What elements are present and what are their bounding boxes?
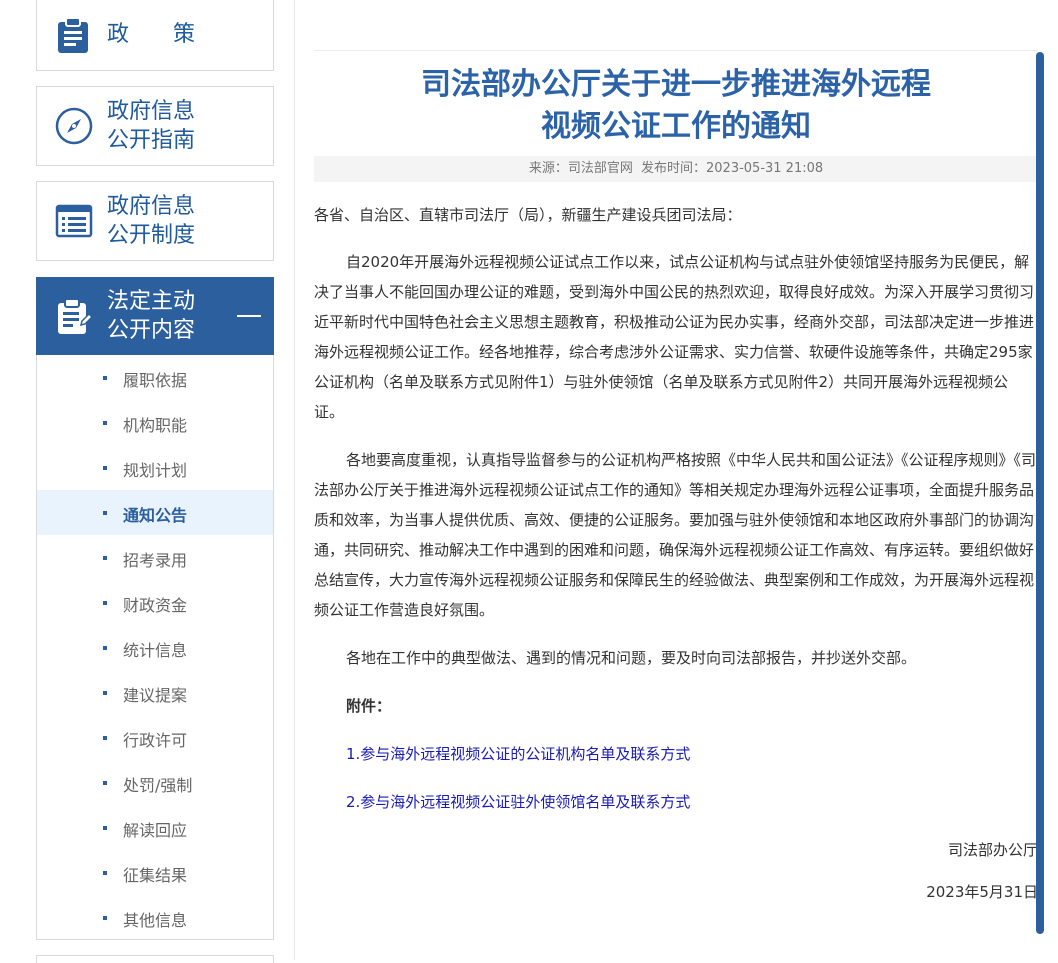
nav-card-statutory-disclosure[interactable]: 法定主动 公开内容	[36, 277, 274, 355]
sidebar: 政 策 政府信息 公开指南 政府信息 公开制度 法定主动 公开内容 履职依据 机…	[0, 0, 296, 963]
nav-card-guide-line2: 公开指南	[107, 128, 196, 153]
nav-card-guide-line1: 政府信息	[107, 99, 196, 124]
submenu-item-label: 通知公告	[123, 506, 188, 525]
article-title-line1: 司法部办公厅关于进一步推进海外远程	[421, 67, 931, 102]
submenu-item-penalties[interactable]: 处罚/强制	[37, 760, 273, 805]
nav-card-active-line1: 法定主动	[107, 289, 196, 314]
submenu-item-performance-basis[interactable]: 履职依据	[37, 355, 273, 400]
article-title-line2: 视频公证工作的通知	[541, 109, 811, 144]
nav-card-disclosure-system-label: 政府信息 公开制度	[107, 192, 195, 250]
submenu-item-label: 征集结果	[123, 866, 188, 885]
article-panel: 司法部办公厅关于进一步推进海外远程 视频公证工作的通知 来源：司法部官网 发布时…	[314, 0, 1058, 960]
submenu-item-plans[interactable]: 规划计划	[37, 445, 273, 490]
submenu-item-label: 解读回应	[123, 821, 188, 840]
nav-card-system-line1: 政府信息	[107, 194, 196, 219]
article-paragraph: 各地要高度重视，认真指导监督参与的公证机构严格按照《中华人民共和国公证法》《公证…	[314, 451, 1037, 619]
submenu-item-interpretation[interactable]: 解读回应	[37, 805, 273, 850]
list-window-icon	[55, 204, 93, 238]
bullet-icon	[103, 646, 107, 650]
submenu-item-other[interactable]: 其他信息	[37, 895, 273, 940]
submenu-item-label: 招考录用	[123, 551, 188, 570]
collapse-icon[interactable]	[237, 315, 261, 317]
bullet-icon	[103, 871, 107, 875]
nav-card-disclosure-guide[interactable]: 政府信息 公开指南	[36, 86, 274, 166]
submenu-list: 履职依据 机构职能 规划计划 通知公告 招考录用 财政资金 统计信息 建议提案 …	[36, 355, 274, 940]
next-card-edge	[36, 955, 274, 963]
submenu-item-label: 处罚/强制	[123, 776, 193, 795]
nav-card-policy-label: 政 策	[107, 22, 196, 47]
nav-card-disclosure-system[interactable]: 政府信息 公开制度	[36, 181, 274, 261]
bullet-icon	[103, 736, 107, 740]
bullet-icon	[103, 511, 107, 515]
submenu-item-label: 其他信息	[123, 911, 188, 930]
article-body: 各省、自治区、直辖市司法厅（局），新疆生产建设兵团司法局： 自2020年开展海外…	[314, 200, 1038, 907]
attachments-heading: 附件：	[346, 697, 392, 715]
nav-card-policy[interactable]: 政 策	[36, 0, 274, 71]
submenu-item-label: 履职依据	[123, 371, 188, 390]
scrollbar-thumb[interactable]	[1036, 52, 1044, 934]
article-salutation: 各省、自治区、直辖市司法厅（局），新疆生产建设兵团司法局：	[314, 206, 742, 224]
article-date: 2023年5月31日	[926, 883, 1038, 901]
submenu-item-finance[interactable]: 财政资金	[37, 580, 273, 625]
article-paragraph: 各地在工作中的典型做法、遇到的情况和问题，要及时向司法部报告，并抄送外交部。	[346, 649, 917, 667]
article-title: 司法部办公厅关于进一步推进海外远程 视频公证工作的通知	[314, 64, 1038, 148]
nav-card-statutory-disclosure-label: 法定主动 公开内容	[107, 287, 195, 345]
submenu-item-licensing[interactable]: 行政许可	[37, 715, 273, 760]
nav-card-active-line2: 公开内容	[107, 318, 196, 343]
submenu-item-label: 机构职能	[123, 416, 188, 435]
bullet-icon	[103, 916, 107, 920]
submenu-item-label: 建议提案	[123, 686, 188, 705]
article-meta: 来源：司法部官网 发布时间：2023-05-31 21:08	[314, 156, 1038, 182]
document-edit-icon	[58, 298, 93, 334]
bullet-icon	[103, 826, 107, 830]
bullet-icon	[103, 421, 107, 425]
attachment-link[interactable]: 1.参与海外远程视频公证的公证机构名单及联系方式	[314, 739, 1038, 769]
submenu-item-label: 统计信息	[123, 641, 188, 660]
bullet-icon	[103, 376, 107, 380]
clipboard-icon	[58, 16, 88, 53]
submenu-item-label: 财政资金	[123, 596, 188, 615]
top-divider	[314, 50, 1038, 51]
submenu-item-functions[interactable]: 机构职能	[37, 400, 273, 445]
article-published-time: 发布时间：2023-05-31 21:08	[641, 161, 824, 176]
nav-card-system-line2: 公开制度	[107, 223, 196, 248]
submenu-item-recruitment[interactable]: 招考录用	[37, 535, 273, 580]
bullet-icon	[103, 601, 107, 605]
bullet-icon	[103, 466, 107, 470]
bullet-icon	[103, 781, 107, 785]
article-paragraph: 自2020年开展海外远程视频公证试点工作以来，试点公证机构与试点驻外使领馆坚持服…	[314, 253, 1035, 421]
attachment-link[interactable]: 2.参与海外远程视频公证驻外使领馆名单及联系方式	[314, 787, 1038, 817]
submenu-item-label: 规划计划	[123, 461, 188, 480]
bullet-icon	[103, 556, 107, 560]
submenu-item-label: 行政许可	[123, 731, 188, 750]
bullet-icon	[103, 691, 107, 695]
article-signature: 司法部办公厅	[947, 841, 1038, 859]
sidebar-divider	[294, 0, 295, 960]
submenu-item-proposals[interactable]: 建议提案	[37, 670, 273, 715]
compass-icon	[55, 107, 93, 145]
article-source: 来源：司法部官网	[528, 161, 633, 176]
submenu-item-statistics[interactable]: 统计信息	[37, 625, 273, 670]
submenu-item-solicitation-results[interactable]: 征集结果	[37, 850, 273, 895]
submenu-item-notices[interactable]: 通知公告	[37, 490, 273, 535]
nav-card-disclosure-guide-label: 政府信息 公开指南	[107, 97, 195, 155]
